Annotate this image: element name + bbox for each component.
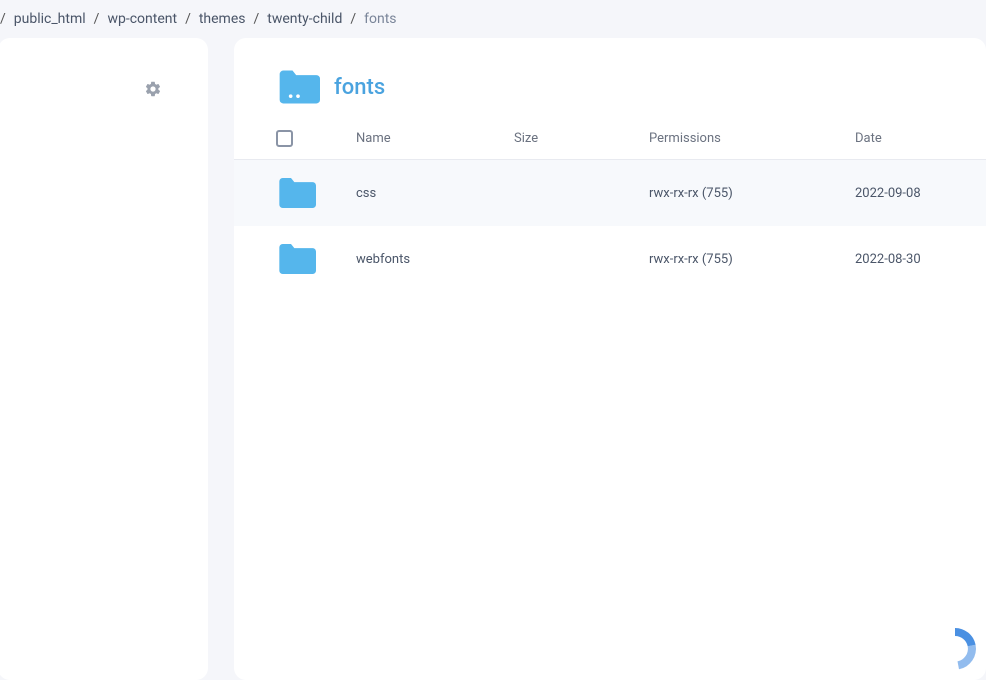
recaptcha-icon bbox=[930, 624, 980, 674]
settings-button[interactable] bbox=[144, 80, 162, 98]
column-header-name[interactable]: Name bbox=[356, 131, 514, 146]
folder-icon bbox=[276, 176, 316, 210]
row-date: 2022-09-08 bbox=[855, 186, 944, 201]
row-name: webfonts bbox=[356, 252, 514, 267]
column-header-size[interactable]: Size bbox=[514, 131, 649, 146]
row-name: css bbox=[356, 186, 514, 201]
breadcrumb-separator: / bbox=[0, 11, 6, 27]
row-date: 2022-08-30 bbox=[855, 252, 944, 267]
table-row[interactable]: webfonts rwx-rx-rx (755) 2022-08-30 bbox=[234, 226, 986, 292]
folder-icon bbox=[276, 242, 316, 276]
breadcrumb-separator: / bbox=[350, 11, 356, 27]
table-header: Name Size Permissions Date bbox=[234, 118, 986, 160]
breadcrumb-link[interactable]: public_html bbox=[14, 11, 86, 27]
sidebar bbox=[0, 38, 208, 680]
folder-title: fonts bbox=[334, 75, 385, 100]
recaptcha-badge[interactable] bbox=[930, 624, 980, 674]
folder-up-icon bbox=[276, 68, 320, 106]
row-permissions: rwx-rx-rx (755) bbox=[649, 186, 855, 201]
breadcrumb-link[interactable]: themes bbox=[199, 11, 246, 27]
folder-header: fonts bbox=[234, 68, 986, 118]
folder-up-button[interactable] bbox=[276, 68, 320, 106]
breadcrumb-separator: / bbox=[254, 11, 260, 27]
select-all-checkbox[interactable] bbox=[276, 130, 293, 147]
breadcrumb-link[interactable]: wp-content bbox=[107, 11, 177, 27]
column-header-date[interactable]: Date bbox=[855, 131, 944, 146]
column-header-permissions[interactable]: Permissions bbox=[649, 131, 855, 146]
row-permissions: rwx-rx-rx (755) bbox=[649, 252, 855, 267]
breadcrumb-current: fonts bbox=[364, 11, 396, 27]
table-row[interactable]: css rwx-rx-rx (755) 2022-09-08 bbox=[234, 160, 986, 226]
breadcrumb-separator: / bbox=[94, 11, 100, 27]
breadcrumb-separator: / bbox=[185, 11, 191, 27]
gear-icon bbox=[144, 80, 162, 98]
file-manager-panel: fonts Name Size Permissions Date css rwx… bbox=[234, 38, 986, 680]
breadcrumb: / public_html / wp-content / themes / tw… bbox=[0, 0, 986, 38]
breadcrumb-link[interactable]: twenty-child bbox=[267, 11, 342, 27]
